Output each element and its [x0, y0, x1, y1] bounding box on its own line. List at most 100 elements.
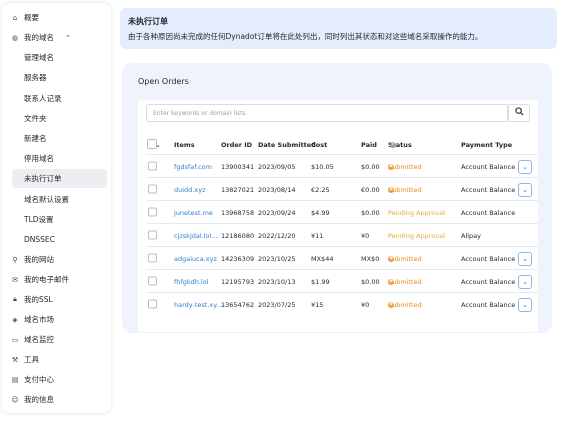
row-checkbox[interactable] — [148, 161, 157, 172]
table-row: fhfgkdh.lol 12195793 2023/10/13 $1.99 $0.00 ●… — [146, 269, 538, 293]
col-order-id[interactable]: Order ID — [221, 141, 252, 149]
paid: ¥0 — [361, 231, 370, 240]
status-label: Submitted — [388, 162, 422, 171]
link-icon: ⚲ — [12, 255, 18, 264]
order-id: 13900341 — [221, 162, 255, 171]
date-submitted: 2023/10/13 — [258, 277, 296, 286]
sidebar-item-6[interactable]: 新建名 — [2, 129, 111, 148]
order-id: 12186080 — [221, 231, 255, 240]
row-checkbox[interactable] — [148, 299, 157, 310]
cost: $1.99 — [311, 277, 330, 286]
sidebar-item-13[interactable]: ✉ 我的电子邮件 — [2, 270, 111, 289]
payment-type: Account Balance — [461, 300, 516, 309]
payment-type: Account Balance — [461, 208, 516, 217]
table-row: junetest.me 13968758 2023/09/24 $4.99 $0.00 P… — [146, 200, 538, 224]
order-id: 13968758 — [221, 208, 255, 217]
cost: ¥11 — [311, 231, 324, 240]
sidebar-item-11[interactable]: DNSSEC — [2, 230, 111, 249]
chevron-down-icon: ⌄ — [518, 159, 532, 174]
sidebar-item-3[interactable]: 服务器 — [2, 68, 111, 87]
date-submitted: 2023/10/25 — [258, 254, 296, 263]
search-button[interactable] — [508, 104, 530, 122]
open-orders-panel: Open Orders ⌄ Items Order ID Date Submit… — [122, 63, 552, 333]
wrench-icon: ⚒ — [11, 355, 19, 364]
status-label: Pending Approval — [388, 208, 445, 217]
row-checkbox[interactable] — [148, 207, 157, 218]
col-date-submitted[interactable]: Date Submitted — [258, 141, 316, 149]
sidebar-item-19[interactable]: ☺ 我的信息 — [2, 390, 111, 409]
tag-icon: ◈ — [12, 315, 18, 324]
info-icon[interactable]: ? — [390, 142, 396, 148]
col-items[interactable]: Items — [174, 141, 195, 149]
sidebar-item-5[interactable]: 文件夹 — [2, 109, 111, 128]
row-checkbox[interactable] — [148, 276, 157, 287]
sidebar-item-17[interactable]: ⚒ 工具 — [2, 350, 111, 369]
col-payment-type[interactable]: Payment Type — [461, 141, 512, 149]
domain-link[interactable]: hardy-test.xy... — [174, 301, 222, 309]
order-id: 14236309 — [221, 254, 255, 263]
sidebar-item-15[interactable]: ◈ 域名市场 — [2, 310, 111, 329]
sidebar-item-label: 概要 — [24, 13, 39, 22]
sidebar-item-0[interactable]: ⌂ 概要 — [2, 8, 111, 27]
sidebar-item-label: 支付中心 — [24, 375, 54, 384]
sidebar-item-label: 域名默认设置 — [24, 195, 69, 204]
sidebar: ⌂ 概要 ◍ 我的域名 ⌃ 管理域名 服务器 联系人记录 文件夹 新建名 停用域名 未执行订单 域名默认… — [2, 3, 111, 413]
mail-icon: ✉ — [12, 275, 18, 284]
table-header: ⌄ Items Order ID Date Submitted Cost Pai… — [146, 136, 538, 154]
domain-link[interactable]: duidd.xyz — [174, 186, 205, 194]
sidebar-item-9[interactable]: 域名默认设置 — [2, 190, 111, 209]
sidebar-item-14[interactable]: 🔒︎ 我的SSL — [2, 290, 111, 309]
sidebar-item-4[interactable]: 联系人记录 — [2, 89, 111, 108]
sidebar-item-label: TLD设置 — [24, 215, 54, 224]
sidebar-item-1[interactable]: ◍ 我的域名 ⌃ — [2, 28, 111, 47]
payment-type: Account Balance — [461, 162, 516, 171]
sidebar-item-label: 我的域名 — [24, 33, 54, 42]
sidebar-item-label: 我的网站 — [24, 255, 54, 264]
chevron-down-icon: ⌄ — [518, 297, 532, 312]
sidebar-item-8[interactable]: 未执行订单 — [12, 169, 107, 188]
sidebar-item-label: 我的信息 — [24, 395, 54, 404]
sidebar-item-label: DNSSEC — [24, 235, 55, 244]
paid: €0.00 — [361, 185, 380, 194]
domain-link[interactable]: cjzskjdal.lol... — [174, 232, 218, 240]
search-icon — [514, 107, 524, 119]
sidebar-item-2[interactable]: 管理域名 — [2, 48, 111, 67]
date-submitted: 2022/12/20 — [258, 231, 296, 240]
paid: $0.00 — [361, 277, 380, 286]
chevron-down-icon: ⌄ — [518, 251, 532, 266]
row-checkbox[interactable] — [148, 253, 157, 264]
sidebar-item-18[interactable]: ▤ 支付中心 — [2, 370, 111, 389]
sidebar-item-label: 域名监控 — [24, 335, 54, 344]
domain-link[interactable]: fhfgkdh.lol — [174, 278, 209, 286]
sidebar-item-16[interactable]: ▭ 域名监控 — [2, 330, 111, 349]
lock-icon: 🔒︎ — [13, 295, 17, 303]
paid: MX$0 — [361, 254, 380, 263]
sidebar-item-10[interactable]: TLD设置 — [2, 210, 111, 229]
search-input[interactable] — [146, 104, 508, 122]
sidebar-item-label: 联系人记录 — [24, 94, 62, 103]
domain-link[interactable]: fgdsfaf.com — [174, 163, 212, 171]
chevron-down-icon: ⌄ — [518, 182, 532, 197]
date-submitted: 2023/08/14 — [258, 185, 296, 194]
col-paid[interactable]: Paid — [361, 141, 377, 149]
row-checkbox[interactable] — [148, 184, 157, 195]
payment-type: Alipay — [461, 231, 482, 240]
order-id: 13827021 — [221, 185, 255, 194]
chevron-up-icon[interactable]: ⌃ — [65, 34, 71, 42]
cost: $4.99 — [311, 208, 330, 217]
col-cost[interactable]: Cost — [311, 141, 327, 149]
status-label: Pending Approval — [388, 231, 445, 240]
row-checkbox[interactable] — [148, 230, 157, 241]
table-row: adgaiuca.xyz 14236309 2023/10/25 MX$44 MX$0 ●… — [146, 246, 538, 270]
domain-link[interactable]: junetest.me — [174, 209, 213, 217]
home-icon: ⌂ — [12, 13, 18, 22]
order-id: 13654762 — [221, 300, 255, 309]
paid: ¥0 — [361, 300, 370, 309]
domain-link[interactable]: adgaiuca.xyz — [174, 255, 217, 263]
sidebar-item-12[interactable]: ⚲ 我的网站 — [2, 250, 111, 269]
sidebar-item-7[interactable]: 停用域名 — [2, 149, 111, 168]
chevron-down-icon[interactable]: ⌄ — [155, 141, 161, 149]
sidebar-item-label: 我的SSL — [24, 295, 53, 304]
banner-title: 未执行订单 — [128, 17, 168, 26]
sidebar-item-label: 服务器 — [24, 73, 47, 82]
